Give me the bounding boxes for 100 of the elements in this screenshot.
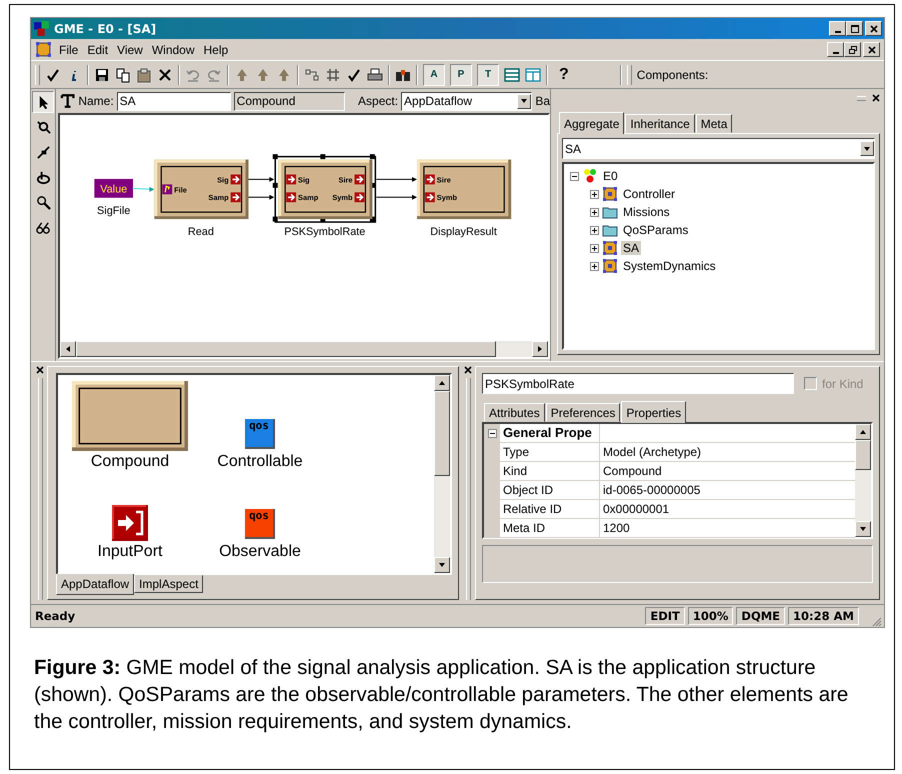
tree-item[interactable]: SystemDynamics	[621, 259, 718, 273]
resize-grip-icon[interactable]	[870, 615, 882, 627]
property-group-label[interactable]: General Prope	[500, 424, 600, 442]
model-block[interactable]	[278, 160, 372, 220]
tab[interactable]: Preferences	[546, 403, 620, 422]
tree-item[interactable]: Missions	[621, 205, 672, 219]
expand-icon[interactable]	[590, 226, 599, 234]
scroll-down-icon[interactable]	[438, 561, 446, 569]
close-icon[interactable]	[36, 366, 44, 374]
minimize-button[interactable]	[829, 21, 846, 36]
copy-icon[interactable]	[115, 66, 131, 82]
tab[interactable]: AppDataflow	[56, 574, 134, 595]
dropdown-arrow-icon[interactable]	[520, 97, 528, 105]
check-icon[interactable]	[346, 66, 362, 82]
minimize-button[interactable]	[827, 42, 844, 57]
menu-item[interactable]: Window	[152, 42, 195, 56]
vertical-scrollbar[interactable]	[434, 375, 450, 573]
check-icon[interactable]	[45, 66, 61, 82]
collapse-icon[interactable]	[570, 172, 579, 180]
property-value[interactable]: 0x00000001	[600, 500, 855, 518]
grid-icon[interactable]	[325, 66, 341, 82]
connection-arrow[interactable]	[376, 176, 417, 182]
close-icon[interactable]	[464, 366, 472, 374]
tree-item[interactable]: QoSParams	[621, 223, 690, 237]
split-vertical-icon[interactable]	[525, 66, 541, 82]
value-block[interactable]: Value	[94, 178, 133, 198]
connection-arrow[interactable]	[248, 194, 274, 200]
text-tool-icon[interactable]	[60, 93, 76, 109]
filter-dropdown[interactable]: SA	[562, 138, 875, 159]
tab[interactable]: Aggregate	[559, 112, 624, 134]
maximize-icon[interactable]	[850, 24, 860, 34]
scroll-left-icon[interactable]	[64, 345, 72, 353]
menu-item[interactable]: Help	[204, 42, 228, 56]
menu-item[interactable]: View	[117, 42, 143, 56]
tab[interactable]: Meta	[696, 114, 732, 133]
vertical-scrollbar[interactable]	[855, 424, 871, 537]
scroll-up-icon[interactable]	[859, 428, 867, 436]
scroll-arrow-button[interactable]	[434, 557, 450, 573]
scroll-arrow-button[interactable]	[60, 341, 76, 357]
rotate-icon[interactable]	[36, 170, 50, 184]
close-button[interactable]	[863, 42, 880, 57]
split-horizontal-icon[interactable]	[504, 66, 520, 82]
expand-icon[interactable]	[590, 190, 599, 198]
tree-item[interactable]: SA	[621, 241, 642, 255]
tree-item[interactable]: E0	[601, 169, 620, 183]
close-button[interactable]	[865, 21, 882, 36]
scroll-arrow-button[interactable]	[532, 341, 548, 357]
qos-badge-icon[interactable]: qos	[245, 509, 275, 539]
delete-icon[interactable]	[157, 66, 173, 82]
scrollbar-thumb[interactable]	[855, 440, 871, 470]
scroll-arrow-button[interactable]	[855, 521, 871, 537]
paste-icon[interactable]	[136, 66, 152, 82]
help-button[interactable]: ?	[553, 66, 575, 84]
model-block[interactable]	[154, 160, 248, 220]
close-icon[interactable]	[868, 24, 878, 34]
view-toggle-button[interactable]: P	[450, 64, 472, 86]
tab[interactable]: Inheritance	[625, 114, 695, 133]
menu-item[interactable]: Edit	[87, 42, 108, 56]
magnifier-icon[interactable]	[36, 194, 50, 210]
zoom-icon[interactable]	[36, 120, 50, 134]
expand-icon[interactable]	[590, 244, 599, 252]
menu-item[interactable]: File	[59, 42, 78, 56]
property-value[interactable]: Model (Archetype)	[600, 443, 855, 461]
save-icon[interactable]	[94, 66, 110, 82]
dropdown-button[interactable]	[517, 94, 532, 108]
tab[interactable]: Attributes	[484, 403, 545, 422]
arrow-up-icon[interactable]	[234, 66, 250, 82]
scroll-arrow-button[interactable]	[855, 424, 871, 440]
tab[interactable]: Properties	[621, 401, 686, 423]
dropdown-button[interactable]	[860, 141, 874, 156]
tab[interactable]: ImplAspect	[134, 575, 204, 593]
close-icon[interactable]	[866, 44, 876, 54]
name-field[interactable]: SA	[116, 92, 231, 110]
connect-icon[interactable]	[36, 144, 50, 160]
property-value[interactable]: 1200	[600, 519, 855, 537]
aspect-dropdown[interactable]: AppDataflow	[401, 92, 532, 110]
print-icon[interactable]	[367, 66, 383, 82]
glasses-icon[interactable]	[36, 220, 50, 234]
input-port-icon[interactable]	[112, 505, 148, 541]
model-block[interactable]	[417, 160, 512, 220]
tree-item[interactable]: Controller	[621, 187, 678, 201]
arrow-up-icon[interactable]	[276, 66, 292, 82]
scroll-right-icon[interactable]	[536, 345, 544, 353]
property-value[interactable]: Compound	[600, 462, 855, 480]
expand-icon[interactable]	[590, 262, 599, 270]
close-icon[interactable]	[872, 94, 880, 102]
scroll-arrow-button[interactable]	[434, 375, 450, 391]
collapse-icon[interactable]	[488, 428, 496, 438]
connection-arrow[interactable]	[132, 186, 154, 192]
expand-icon[interactable]	[590, 208, 599, 216]
qos-badge-icon[interactable]: qos	[245, 419, 275, 449]
scroll-down-icon[interactable]	[859, 525, 867, 533]
arrow-up-icon[interactable]	[255, 66, 271, 82]
connection-arrow[interactable]	[376, 194, 417, 200]
view-toggle-button[interactable]: A	[423, 64, 445, 86]
restore-button[interactable]	[844, 42, 861, 57]
connection-icon[interactable]	[304, 66, 320, 82]
dropdown-arrow-icon[interactable]	[863, 144, 871, 152]
scroll-up-icon[interactable]	[438, 379, 446, 387]
selection-frame[interactable]	[272, 154, 376, 223]
